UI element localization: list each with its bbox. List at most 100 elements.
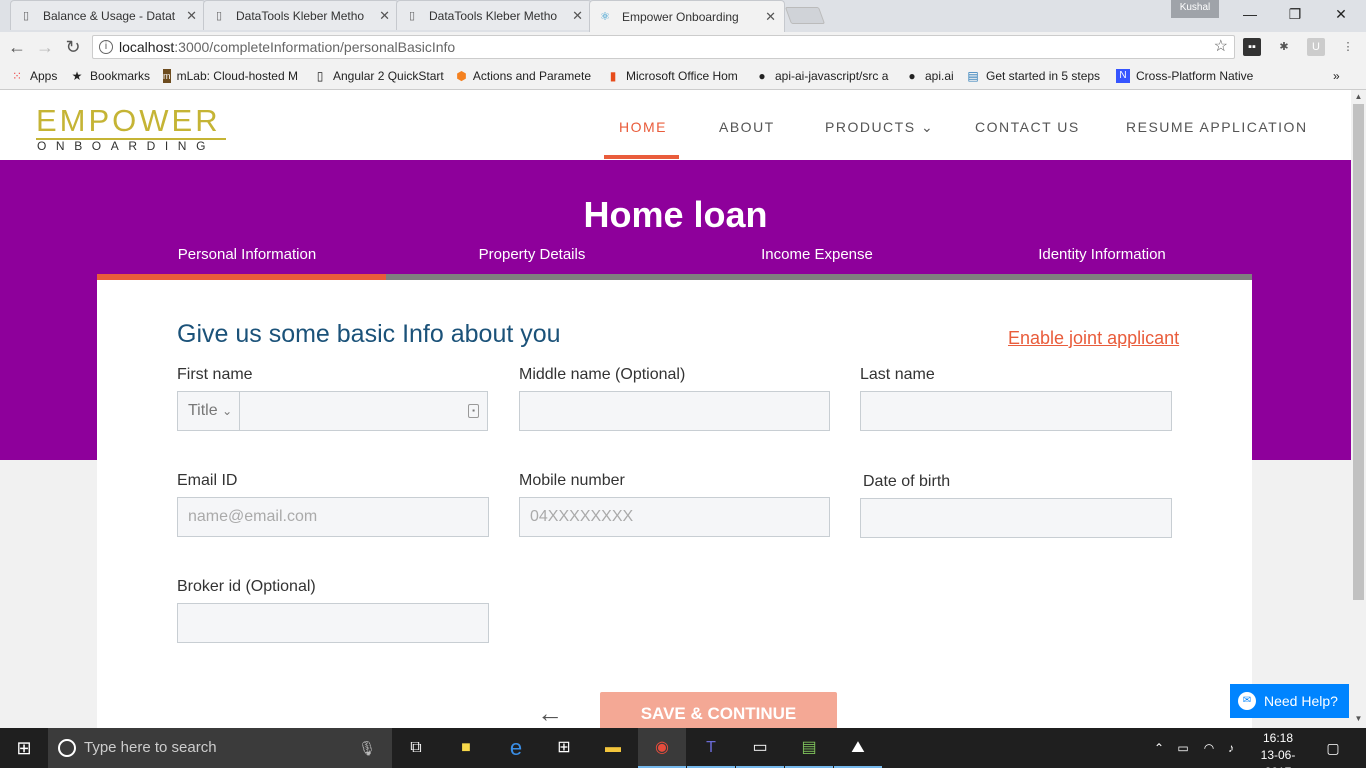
star-icon: ★	[71, 69, 83, 83]
photos-icon[interactable]: ⛰	[834, 728, 882, 768]
doc-icon: ▯	[316, 69, 324, 83]
volume-icon[interactable]: ♪	[1208, 728, 1254, 768]
address-bar[interactable]: i localhost:3000/completeInformation/per…	[92, 35, 1235, 59]
first-name-label: First name	[177, 366, 253, 383]
last-name-input[interactable]	[860, 391, 1172, 431]
nav-products[interactable]: PRODUCTS ⌄	[825, 119, 934, 136]
broker-id-input[interactable]	[177, 603, 489, 643]
bookmark-office[interactable]: ▮ Microsoft Office Hom	[606, 67, 741, 85]
middle-name-input[interactable]	[519, 391, 830, 431]
first-name-input[interactable]	[239, 391, 488, 431]
browser-tab[interactable]: ▯ DataTools Kleber Metho ✕	[396, 0, 592, 30]
close-icon[interactable]: ✕	[186, 8, 197, 24]
menu-icon[interactable]: ⋮	[1339, 38, 1357, 56]
contact-card-icon: ▪	[468, 404, 479, 418]
step-identity-information[interactable]: Identity Information	[958, 246, 1246, 263]
microphone-icon[interactable]: 🎙	[358, 728, 376, 768]
broker-id-label: Broker id (Optional)	[177, 578, 316, 595]
bookmark-api-ai-js[interactable]: ● api-ai-javascript/src a	[755, 67, 891, 85]
clock-date: 13-06-2017	[1260, 748, 1296, 768]
close-icon[interactable]: ✕	[572, 8, 583, 24]
back-icon[interactable]: ←	[6, 32, 28, 62]
api-ai-icon: ⬢	[456, 69, 467, 83]
browser-tab-active[interactable]: ⚛ Empower Onboarding ✕	[589, 0, 785, 32]
bookmark-api-ai[interactable]: ● api.ai	[905, 67, 954, 85]
scroll-down-icon[interactable]: ▼	[1351, 714, 1366, 726]
extension-icon[interactable]: ✱	[1275, 38, 1293, 56]
window-close-icon[interactable]: ✕	[1321, 2, 1361, 26]
save-continue-button[interactable]: SAVE & CONTINUE	[600, 692, 837, 728]
nav-contact[interactable]: CONTACT US	[975, 119, 1080, 135]
dob-input[interactable]	[860, 498, 1172, 538]
scrollbar-thumb[interactable]	[1353, 104, 1364, 600]
bookmarks-overflow[interactable]: »	[1333, 67, 1340, 85]
store-icon[interactable]: ⊞	[540, 728, 588, 768]
nav-resume-application[interactable]: RESUME APPLICATION	[1126, 119, 1308, 135]
close-icon[interactable]: ✕	[765, 9, 776, 25]
bookmark-nativescript[interactable]: N Cross-Platform Native	[1116, 67, 1256, 85]
bookmark-get-started[interactable]: ▤ Get started in 5 steps	[966, 67, 1100, 85]
logo-text[interactable]: EMPOWER	[36, 105, 221, 137]
sticky-notes-icon[interactable]: ■	[442, 728, 490, 768]
nativescript-icon: N	[1116, 69, 1130, 83]
title-select[interactable]: Title ⌄	[177, 391, 240, 431]
messenger-icon: ✉	[1238, 692, 1256, 710]
back-arrow-icon[interactable]: ←	[537, 698, 563, 728]
dob-label: Date of birth	[863, 473, 951, 490]
teams-icon[interactable]: T	[687, 728, 735, 768]
nav-products-label: PRODUCTS	[825, 119, 916, 135]
taskbar-search-input[interactable]: Type here to search 🎙	[48, 728, 392, 768]
terminal-icon[interactable]: ▭	[736, 728, 784, 768]
edge-icon[interactable]: e	[492, 728, 540, 768]
forward-icon[interactable]: →	[34, 32, 56, 62]
task-view-icon[interactable]: ⧉	[392, 728, 440, 768]
step-income-expense[interactable]: Income Expense	[673, 246, 961, 263]
email-input[interactable]: name@email.com	[177, 497, 489, 537]
mlab-icon: m	[163, 69, 171, 83]
bookmark-label: api.ai	[925, 69, 954, 83]
need-help-button[interactable]: ✉ Need Help?	[1230, 684, 1349, 718]
doc-icon: ▯	[215, 9, 223, 22]
book-icon: ▤	[967, 69, 979, 83]
github-icon: ●	[758, 69, 766, 83]
logo-subtext: ONBOARDING	[37, 139, 216, 153]
new-tab-button[interactable]	[784, 7, 826, 24]
notepad-plus-icon[interactable]: ▤	[785, 728, 833, 768]
bookmark-angular[interactable]: ▯ Angular 2 QuickStart	[313, 67, 444, 85]
windows-start-icon[interactable]: ⊞	[0, 728, 48, 768]
extension-icon[interactable]: U	[1307, 38, 1325, 56]
step-property-details[interactable]: Property Details	[388, 246, 676, 263]
taskbar-clock[interactable]: 16:18 13-06-2017	[1250, 730, 1306, 768]
notifications-icon[interactable]: ▢	[1310, 728, 1356, 768]
mobile-input[interactable]: 04XXXXXXXX	[519, 497, 830, 537]
minimize-icon[interactable]: —	[1230, 2, 1270, 26]
nav-home[interactable]: HOME	[619, 119, 667, 135]
scroll-up-icon[interactable]: ▲	[1351, 92, 1366, 104]
extension-icon[interactable]: ▪▪	[1243, 38, 1261, 56]
bookmark-bookmarks[interactable]: ★ Bookmarks	[70, 67, 150, 85]
chrome-icon[interactable]: ◉	[638, 728, 686, 768]
bookmark-label: Bookmarks	[90, 69, 151, 83]
bookmark-label: api-ai-javascript/src a	[775, 69, 889, 83]
nav-about[interactable]: ABOUT	[719, 119, 775, 135]
info-icon[interactable]: i	[99, 40, 113, 54]
enable-joint-applicant-link[interactable]: Enable joint applicant	[1008, 328, 1179, 349]
file-explorer-icon[interactable]: ▬	[589, 728, 637, 768]
step-personal-information[interactable]: Personal Information	[103, 246, 391, 263]
bookmark-star-icon[interactable]: ☆	[1214, 36, 1228, 58]
bookmark-mlab[interactable]: m mLab: Cloud-hosted M	[163, 67, 298, 85]
close-icon[interactable]: ✕	[379, 8, 390, 24]
doc-icon: ▯	[408, 9, 416, 22]
bookmark-actions[interactable]: ⬢ Actions and Paramete	[456, 67, 591, 85]
bookmark-label: Actions and Paramete	[472, 69, 591, 83]
browser-tab[interactable]: ▯ Balance & Usage - Datat ✕	[10, 0, 206, 30]
office-icon: ▮	[609, 69, 617, 83]
bookmark-apps[interactable]: ⁙ Apps	[10, 67, 57, 85]
doc-icon: ▯	[22, 9, 30, 22]
restore-icon[interactable]: ❐	[1275, 2, 1315, 26]
page-title: Home loan	[583, 194, 768, 235]
browser-tab[interactable]: ▯ DataTools Kleber Metho ✕	[203, 0, 399, 30]
react-icon: ⚛	[600, 10, 610, 23]
reload-icon[interactable]: ↻	[62, 32, 84, 62]
profile-button[interactable]: Kushal	[1171, 0, 1219, 18]
